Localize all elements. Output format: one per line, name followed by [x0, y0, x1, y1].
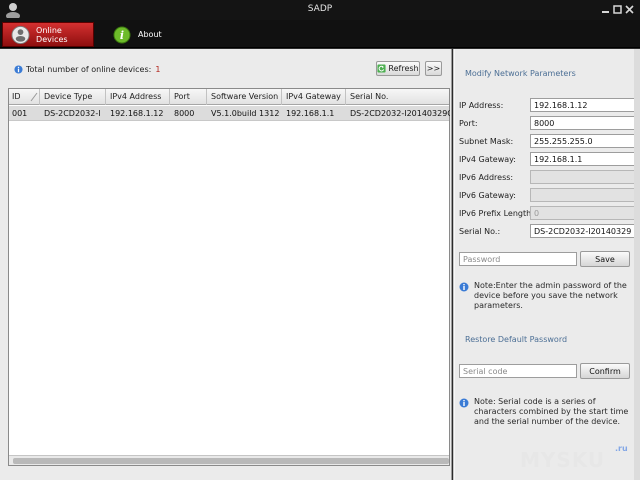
ipv6-prefix-length-label: IPv6 Prefix Length:	[459, 209, 534, 218]
refresh-button[interactable]: Refresh	[376, 61, 420, 76]
table-row[interactable]: 001 DS-2CD2032-I 192.168.1.12 8000 V5.1.…	[9, 106, 450, 121]
ipv6-address-label: IPv6 Address:	[459, 173, 514, 182]
ipv4-gateway-label: IPv4 Gateway:	[459, 155, 517, 164]
cell-software-version: V5.1.0build 131202	[211, 109, 280, 118]
restore-password-title: Restore Default Password	[465, 335, 568, 344]
ip-address-field[interactable]	[530, 98, 635, 112]
password-input[interactable]	[459, 252, 577, 266]
online-count-value: 1	[155, 65, 161, 74]
ipv6-prefix-length-field	[530, 206, 635, 220]
cell-port: 8000	[174, 109, 195, 118]
vertical-scrollbar[interactable]	[634, 49, 640, 480]
refresh-label: Refresh	[388, 64, 419, 73]
close-icon[interactable]	[625, 5, 634, 14]
ipv6-gateway-label: IPv6 Gateway:	[459, 191, 517, 200]
cell-ipv4-gateway: 192.168.1.1	[286, 109, 335, 118]
svg-text:i: i	[120, 29, 124, 42]
password-note-text: Note:Enter the admin password of the dev…	[474, 281, 627, 310]
cell-serial-no: DS-2CD2032-I20140329CCC	[350, 109, 450, 118]
tab-online-devices[interactable]: Online Devices	[2, 22, 94, 47]
refresh-icon	[377, 64, 386, 73]
online-count-label: Total number of online devices:	[26, 65, 152, 74]
column-header-ipv4-gateway[interactable]: IPv4 Gateway	[286, 92, 341, 101]
tab-about[interactable]: i About	[104, 22, 184, 47]
serial-code-note-text: Note: Serial code is a series of charact…	[474, 397, 629, 426]
serial-code-note: Note: Serial code is a series of charact…	[459, 397, 634, 427]
ipv4-gateway-field[interactable]	[530, 152, 635, 166]
column-header-software-version[interactable]: Software Version	[211, 92, 278, 101]
online-count: Total number of online devices: 1	[14, 65, 160, 74]
modify-network-title: Modify Network Parameters	[465, 69, 576, 78]
column-divider[interactable]	[39, 89, 40, 105]
watermark-suffix: .ru	[615, 444, 628, 453]
maximize-icon[interactable]	[613, 5, 622, 14]
cell-device-type: DS-2CD2032-I	[44, 109, 101, 118]
info-icon	[14, 65, 23, 74]
ipv6-gateway-field	[530, 188, 635, 202]
column-header-ipv4-address[interactable]: IPv4 Address	[110, 92, 161, 101]
sort-icon[interactable]	[29, 92, 39, 102]
serial-code-input[interactable]	[459, 364, 577, 378]
window-title: SADP	[307, 4, 333, 14]
port-label: Port:	[459, 119, 478, 128]
tab-about-label: About	[138, 30, 162, 39]
tab-online-devices-label: Online Devices	[36, 25, 68, 44]
tab-strip: Online Devices i About	[0, 20, 640, 48]
password-note: Note:Enter the admin password of the dev…	[459, 281, 634, 311]
table-header: ID Device Type IPv4 Address Port Softwar…	[9, 89, 449, 105]
expand-button[interactable]: >>	[425, 61, 442, 76]
serial-no-label: Serial No.:	[459, 227, 501, 236]
subnet-mask-field[interactable]	[530, 134, 635, 148]
watermark: MYSKU .ru	[520, 444, 628, 472]
scrollbar-thumb[interactable]	[13, 458, 449, 464]
subnet-mask-label: Subnet Mask:	[459, 137, 514, 146]
column-header-serial-no[interactable]: Serial No.	[350, 92, 388, 101]
ipv6-address-field	[530, 170, 635, 184]
column-divider[interactable]	[345, 89, 346, 105]
column-divider[interactable]	[281, 89, 282, 105]
title-bar: SADP	[0, 0, 640, 20]
watermark-text: MYSKU	[520, 448, 606, 472]
save-button[interactable]: Save	[580, 251, 630, 267]
device-table: ID Device Type IPv4 Address Port Softwar…	[8, 88, 450, 466]
column-header-port[interactable]: Port	[174, 92, 190, 101]
confirm-button[interactable]: Confirm	[580, 363, 630, 379]
cell-id: 001	[12, 109, 28, 118]
column-divider[interactable]	[105, 89, 106, 105]
minimize-icon[interactable]	[601, 5, 610, 14]
expand-label: >>	[426, 64, 441, 73]
info-icon	[459, 398, 469, 408]
ip-address-label: IP Address:	[459, 101, 504, 110]
column-divider[interactable]	[206, 89, 207, 105]
column-header-id[interactable]: ID	[12, 92, 21, 101]
column-divider[interactable]	[169, 89, 170, 105]
info-icon	[459, 282, 469, 292]
column-header-device-type[interactable]: Device Type	[44, 92, 92, 101]
port-field[interactable]	[530, 116, 635, 130]
cell-ipv4-address: 192.168.1.12	[110, 109, 164, 118]
panel-divider	[454, 49, 455, 480]
horizontal-scrollbar[interactable]	[9, 455, 449, 465]
info-icon: i	[113, 26, 131, 43]
devices-icon	[11, 25, 30, 44]
serial-no-field[interactable]	[530, 224, 635, 238]
